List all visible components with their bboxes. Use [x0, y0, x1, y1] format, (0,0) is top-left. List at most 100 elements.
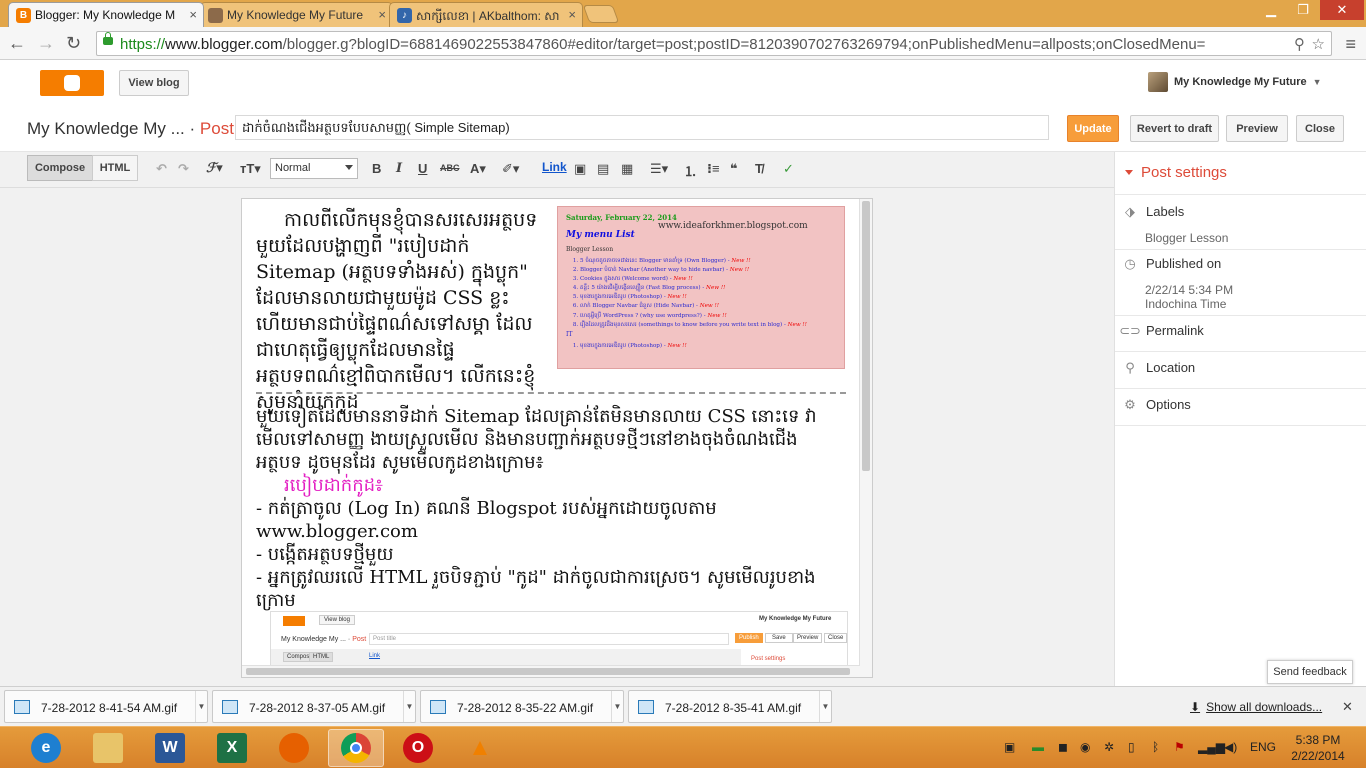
highlight-color-icon[interactable]: ✐▾: [502, 161, 519, 177]
blogger-logo[interactable]: [40, 70, 104, 96]
text-color-icon[interactable]: A▾: [470, 161, 486, 177]
bullet-list-icon[interactable]: ⁝≡: [707, 161, 720, 177]
html-mode-button[interactable]: HTML: [92, 155, 138, 181]
scrollbar-thumb[interactable]: [246, 668, 850, 675]
bookmark-star-icon[interactable]: ☆: [1312, 35, 1325, 53]
published-on-setting[interactable]: ◷ Published on: [1123, 256, 1221, 272]
minimize-icon[interactable]: ▁: [1258, 0, 1284, 20]
location-setting[interactable]: ⚲ Location: [1123, 360, 1195, 376]
tab-akbalthom[interactable]: ♪ សាក្សីលេខា | AKbalthom: សា ×: [389, 2, 583, 27]
font-family-icon[interactable]: ℱ▾: [206, 161, 223, 176]
back-icon[interactable]: ←: [8, 33, 26, 54]
download-item[interactable]: 7-28-2012 8-35-41 AM.gif ▼: [628, 690, 832, 723]
compose-mode-button[interactable]: Compose: [27, 155, 93, 181]
vlc-icon[interactable]: ▲: [452, 729, 508, 767]
spellcheck-icon[interactable]: ✓: [783, 161, 794, 177]
send-feedback-button[interactable]: Send feedback: [1267, 660, 1353, 684]
close-tab-icon[interactable]: ×: [378, 7, 386, 22]
tab-title: My Knowledge My Future: [227, 8, 364, 22]
signal-icon[interactable]: ▂▄▆: [1198, 740, 1225, 754]
chevron-down-icon[interactable]: ▼: [819, 691, 831, 722]
labels-setting[interactable]: ⬗ Labels: [1123, 204, 1184, 220]
chrome-menu-icon[interactable]: ≡: [1345, 34, 1356, 55]
tab-my-knowledge[interactable]: My Knowledge My Future ×: [200, 2, 393, 27]
chevron-down-icon[interactable]: ▼: [403, 691, 415, 722]
tray-security-icon[interactable]: ◼: [1058, 740, 1068, 754]
scrollbar-thumb[interactable]: [862, 201, 870, 471]
permalink-setting[interactable]: ⊂⊃ Permalink: [1119, 323, 1204, 339]
search-icon[interactable]: ⚲: [1294, 35, 1305, 53]
insert-video-icon[interactable]: ▤: [597, 161, 609, 177]
chevron-down-icon[interactable]: ▼: [195, 691, 207, 722]
window-close-icon[interactable]: ✕: [1320, 0, 1364, 20]
preview-button[interactable]: Preview: [1226, 115, 1288, 142]
post-body-editor[interactable]: Saturday, February 22, 2014 www.ideafork…: [241, 198, 873, 678]
firefox-icon[interactable]: [266, 729, 322, 767]
revert-to-draft-button[interactable]: Revert to draft: [1130, 115, 1219, 142]
tray-network-icon[interactable]: ▣: [1004, 740, 1015, 754]
avatar: [1148, 72, 1168, 92]
font-size-icon[interactable]: ᴛT▾: [240, 161, 261, 177]
bluetooth-icon[interactable]: ᛒ: [1152, 740, 1159, 754]
address-bar[interactable]: https://www.blogger.com/blogger.g?blogID…: [96, 31, 1332, 56]
close-tab-icon[interactable]: ×: [568, 7, 576, 22]
download-item[interactable]: 7-28-2012 8-41-54 AM.gif ▼: [4, 690, 208, 723]
volume-icon[interactable]: ◀): [1224, 740, 1237, 754]
close-button[interactable]: Close: [1296, 115, 1344, 142]
excel-icon[interactable]: X: [204, 729, 260, 767]
account-menu[interactable]: My Knowledge My Future ▼: [1148, 72, 1322, 92]
quote-icon[interactable]: ❝: [730, 161, 738, 177]
chrome-icon[interactable]: [328, 729, 384, 767]
jump-break-divider[interactable]: [256, 392, 846, 394]
tray-status-icon[interactable]: ✲: [1104, 740, 1114, 754]
options-setting[interactable]: ⚙ Options: [1123, 397, 1191, 413]
download-item[interactable]: 7-28-2012 8-35-22 AM.gif ▼: [420, 690, 624, 723]
numbered-list-icon[interactable]: ⒈: [684, 161, 697, 180]
insert-link-button[interactable]: Link: [542, 160, 567, 174]
maximize-icon[interactable]: ❐: [1288, 0, 1318, 20]
ie-icon[interactable]: e: [18, 729, 74, 767]
show-all-downloads-link[interactable]: ⬇ Show all downloads...: [1190, 700, 1322, 714]
insert-jump-break-icon[interactable]: ▦: [621, 161, 633, 177]
update-button[interactable]: Update: [1067, 115, 1119, 142]
word-icon[interactable]: W: [142, 729, 198, 767]
editor-horizontal-scrollbar[interactable]: [242, 665, 860, 677]
underline-icon[interactable]: U: [418, 161, 427, 176]
system-clock[interactable]: 5:38 PM 2/22/2014: [1286, 732, 1350, 764]
forward-icon[interactable]: →: [37, 33, 55, 54]
new-tab-button[interactable]: [582, 5, 620, 23]
sitemap-screenshot-image[interactable]: Saturday, February 22, 2014 www.ideafork…: [557, 206, 845, 369]
tab-blogger[interactable]: B Blogger: My Knowledge M ×: [8, 2, 204, 27]
file-explorer-icon[interactable]: [80, 729, 136, 767]
redo-icon[interactable]: ↷: [178, 161, 189, 177]
divider: [1115, 315, 1366, 316]
strikethrough-icon[interactable]: ABC: [440, 163, 460, 173]
undo-icon[interactable]: ↶: [156, 161, 167, 177]
tray-app-icon[interactable]: ▬: [1032, 740, 1044, 754]
opera-icon[interactable]: O: [390, 729, 446, 767]
italic-icon[interactable]: I: [396, 161, 402, 176]
language-indicator[interactable]: ENG: [1250, 740, 1276, 754]
post-settings-sidebar: Post settings ⬗ Labels Blogger Lesson ◷ Pu…: [1114, 152, 1366, 686]
post-settings-heading[interactable]: Post settings: [1125, 164, 1227, 181]
bold-icon[interactable]: B: [372, 161, 381, 176]
format-select[interactable]: Normal: [270, 158, 358, 179]
list-item: មុខងារក្នុងការអេឌីតរូប (Photoshop) - New…: [580, 293, 836, 302]
blogger-b-icon: [64, 75, 80, 91]
post-title-input[interactable]: ដាក់ចំណងជើងអត្ថបទបែបសាមញ្ញ( Simple Sitem…: [235, 115, 1049, 140]
insert-image-icon[interactable]: ▣: [574, 161, 586, 177]
blogger-screenshot-image[interactable]: View blog My Knowledge My Future My Know…: [270, 611, 848, 667]
action-center-icon[interactable]: ⚑: [1174, 740, 1185, 754]
alignment-icon[interactable]: ☰▾: [650, 161, 668, 177]
image-file-icon: [430, 700, 446, 714]
close-shelf-icon[interactable]: ✕: [1342, 699, 1353, 715]
remove-formatting-icon[interactable]: T̸: [755, 161, 763, 176]
reload-icon[interactable]: ↻: [66, 33, 81, 54]
view-blog-button[interactable]: View blog: [119, 70, 189, 96]
tray-device-icon[interactable]: ▯: [1128, 740, 1135, 754]
tray-update-icon[interactable]: ◉: [1080, 740, 1090, 754]
chevron-down-icon[interactable]: ▼: [611, 691, 623, 722]
editor-vertical-scrollbar[interactable]: [859, 199, 872, 677]
download-item[interactable]: 7-28-2012 8-37-05 AM.gif ▼: [212, 690, 416, 723]
close-tab-icon[interactable]: ×: [189, 7, 197, 22]
